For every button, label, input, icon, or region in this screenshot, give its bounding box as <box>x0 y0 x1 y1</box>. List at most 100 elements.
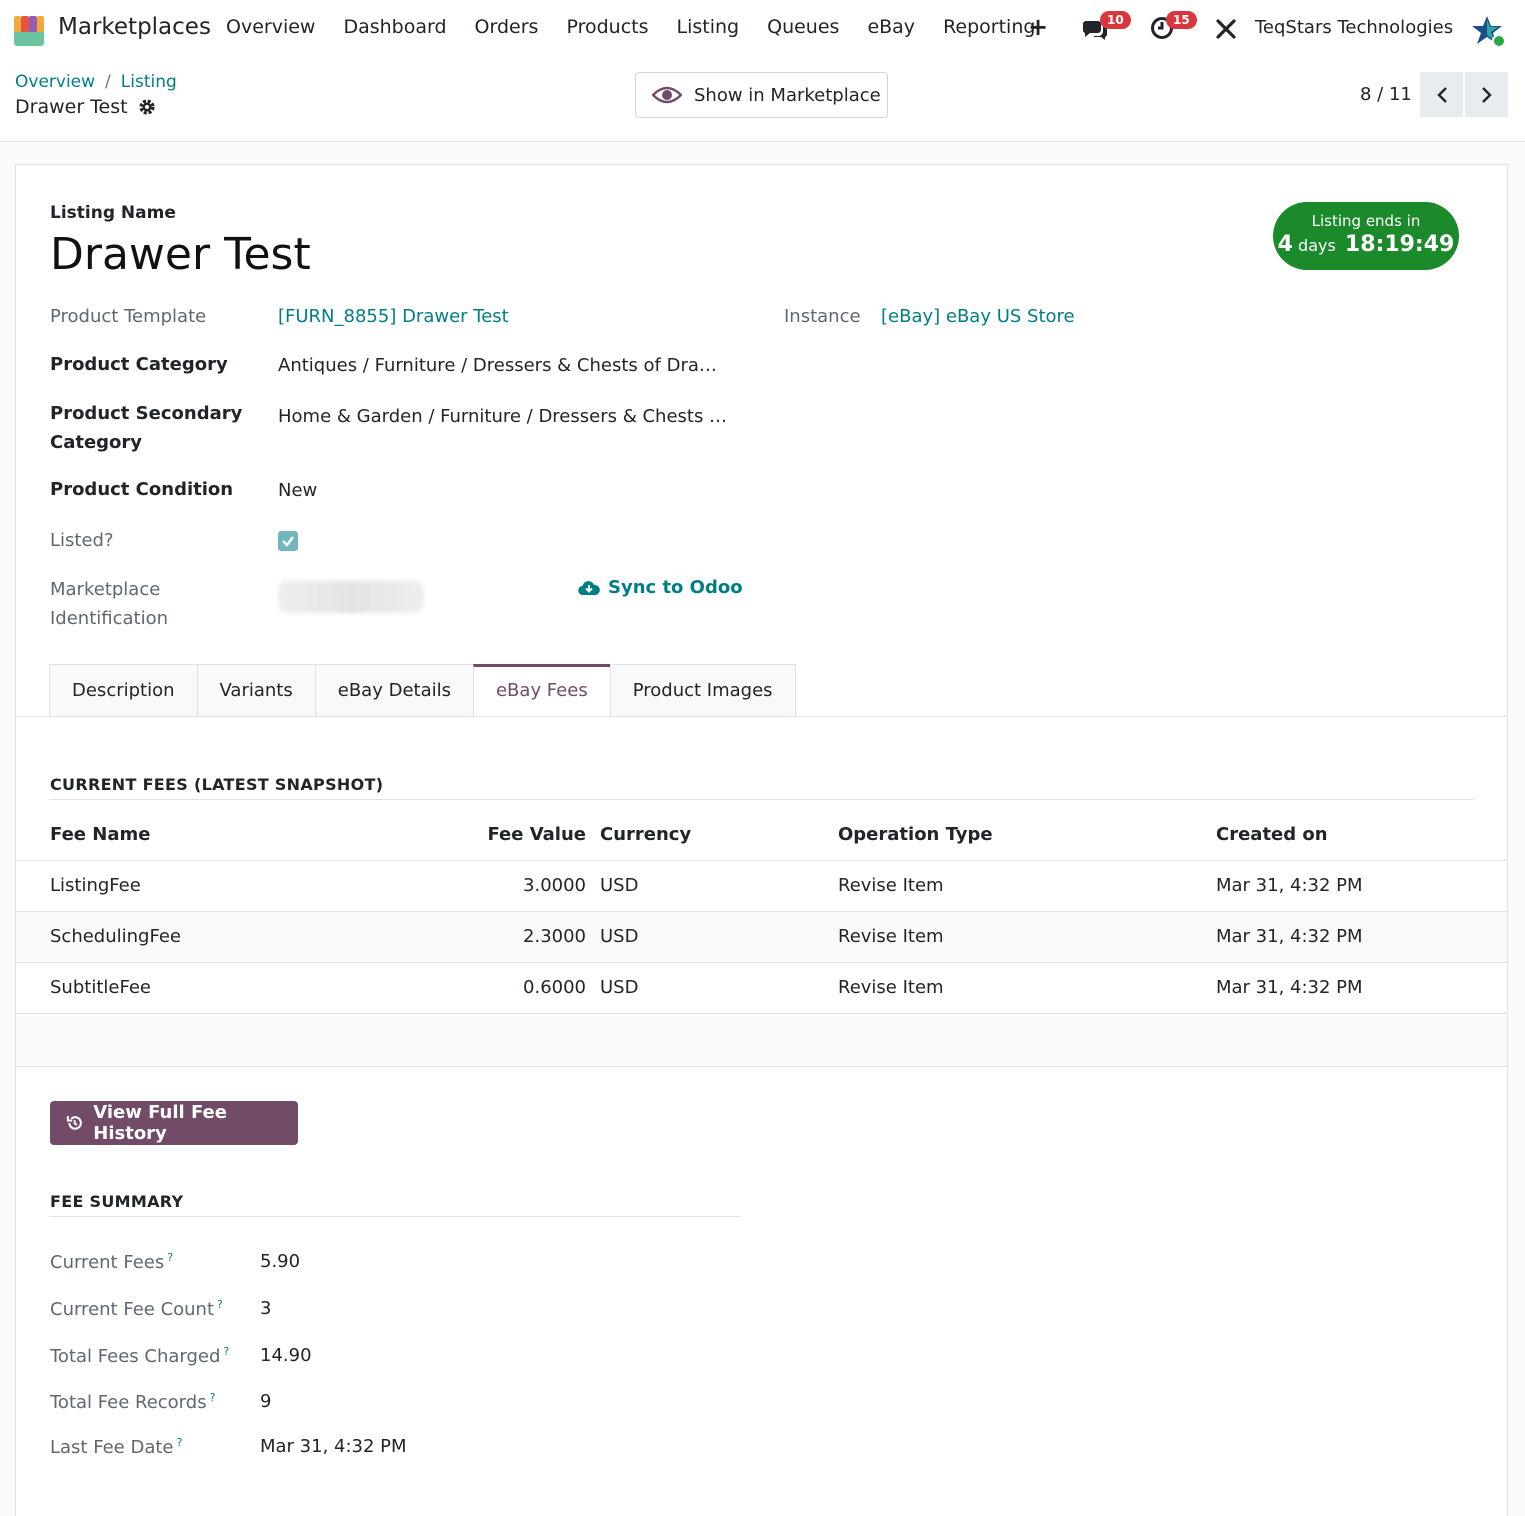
history-icon <box>66 1116 82 1130</box>
fee-name-cell: SchedulingFee <box>16 911 416 963</box>
breadcrumb-overview[interactable]: Overview <box>15 72 95 92</box>
menu-reporting[interactable]: Reporting <box>943 16 1035 38</box>
summary-label-text: Total Fees Charged <box>50 1346 221 1367</box>
condition-field[interactable]: New <box>278 476 317 505</box>
menu-queues[interactable]: Queues <box>767 16 839 38</box>
listing-name-field[interactable]: Drawer Test <box>50 229 311 280</box>
summary-value-current-fees: 5.90 <box>260 1251 301 1272</box>
cloud-download-icon <box>578 580 600 595</box>
fee-summary-divider <box>50 1216 740 1217</box>
messages-badge: 10 <box>1100 11 1131 29</box>
col-created-on[interactable]: Created on <box>1216 810 1507 861</box>
summary-label-text: Current Fee Count <box>50 1299 215 1320</box>
currency-cell: USD <box>586 911 838 963</box>
tab-ebay-details[interactable]: eBay Details <box>314 664 474 717</box>
col-currency[interactable]: Currency <box>586 810 838 861</box>
help-icon[interactable]: ? <box>176 1436 182 1449</box>
menu-ebay[interactable]: eBay <box>867 16 915 38</box>
current-fees-divider <box>50 799 1474 800</box>
product-template-label: Product Template <box>50 306 207 327</box>
sync-to-odoo-button[interactable]: Sync to Odoo <box>578 577 743 598</box>
help-icon[interactable]: ? <box>167 1251 173 1264</box>
col-operation-type[interactable]: Operation Type <box>838 810 1216 861</box>
tabs-divider <box>16 716 1507 717</box>
product-category-field[interactable]: Antiques / Furniture / Dressers & Chests… <box>278 351 717 380</box>
summary-label-text: Current Fees <box>50 1252 165 1273</box>
gear-icon[interactable] <box>138 98 156 116</box>
listing-ends-badge: Listing ends in 4 days 18:19:49 <box>1273 202 1459 270</box>
secondary-category-field[interactable]: Home & Garden / Furniture / Dressers & C… <box>278 402 727 431</box>
breadcrumb-listing[interactable]: Listing <box>121 72 177 92</box>
menu-overview[interactable]: Overview <box>226 16 315 38</box>
marketplace-id-label-line2: Identification <box>50 608 169 629</box>
table-row[interactable]: SchedulingFee 2.3000 USD Revise Item Mar… <box>16 911 1507 963</box>
fee-name-cell: SubtitleFee <box>16 962 416 1014</box>
eye-icon <box>652 85 682 105</box>
view-fee-history-label: View Full Fee History <box>93 1102 227 1144</box>
pager-next-button[interactable] <box>1465 72 1508 117</box>
listing-ends-countdown: 4 days 18:19:49 <box>1273 232 1459 257</box>
listing-name-label: Listing Name <box>50 203 176 223</box>
listed-checkbox[interactable] <box>278 531 298 551</box>
listing-ends-days-unit: days <box>1298 236 1336 255</box>
help-icon[interactable]: ? <box>217 1298 223 1311</box>
record-title-text: Drawer Test <box>15 96 128 118</box>
fee-value-cell: 2.3000 <box>416 911 586 963</box>
menu-dashboard[interactable]: Dashboard <box>343 16 446 38</box>
listing-ends-time: 18:19:49 <box>1344 232 1455 257</box>
created-on-cell: Mar 31, 4:32 PM <box>1216 911 1507 963</box>
tab-ebay-fees[interactable]: eBay Fees <box>472 664 611 717</box>
current-fees-table: Fee Name Fee Value Currency Operation Ty… <box>16 810 1507 1014</box>
help-icon[interactable]: ? <box>223 1345 229 1358</box>
operation-type-cell: Revise Item <box>838 911 1216 963</box>
product-template-link[interactable]: [FURN_8855] Drawer Test <box>278 302 509 331</box>
instance-link[interactable]: [eBay] eBay US Store <box>881 302 1075 331</box>
tools-icon[interactable] <box>1215 18 1237 40</box>
tab-variants[interactable]: Variants <box>196 664 316 717</box>
summary-label-text: Last Fee Date <box>50 1437 174 1458</box>
main-menu: Overview Dashboard Orders Products Listi… <box>226 16 1063 38</box>
sync-to-odoo-label: Sync to Odoo <box>608 577 743 598</box>
table-empty-row <box>16 1016 1507 1067</box>
summary-label-last-fee-date: Last Fee Date? <box>50 1436 182 1458</box>
help-icon[interactable]: ? <box>210 1391 216 1404</box>
plus-icon[interactable]: + <box>1028 13 1048 41</box>
secondary-category-label-line1: Product Secondary <box>50 403 243 424</box>
check-icon <box>282 536 294 547</box>
tab-description[interactable]: Description <box>49 664 198 717</box>
menu-listing[interactable]: Listing <box>677 16 740 38</box>
current-fees-title: CURRENT FEES (LATEST SNAPSHOT) <box>50 775 384 794</box>
col-fee-name[interactable]: Fee Name <box>16 810 416 861</box>
product-category-label: Product Category <box>50 354 228 375</box>
company-switcher[interactable]: TeqStars Technologies <box>1255 17 1453 38</box>
currency-cell: USD <box>586 962 838 1014</box>
summary-value-total-fee-records: 9 <box>260 1391 272 1412</box>
operation-type-cell: Revise Item <box>838 962 1216 1014</box>
marketplace-id-label-line1: Marketplace <box>50 579 161 600</box>
menu-products[interactable]: Products <box>566 16 648 38</box>
listing-ends-days: 4 <box>1277 232 1293 257</box>
instance-label: Instance <box>784 306 861 327</box>
listed-label: Listed? <box>50 530 114 551</box>
col-fee-value[interactable]: Fee Value <box>416 810 586 861</box>
menu-orders[interactable]: Orders <box>475 16 539 38</box>
summary-label-total-fee-records: Total Fee Records? <box>50 1391 215 1413</box>
pager-previous-button[interactable] <box>1420 72 1463 117</box>
app-name[interactable]: Marketplaces <box>58 14 211 40</box>
summary-label-current-fee-count: Current Fee Count? <box>50 1298 223 1320</box>
activities-badge: 15 <box>1166 11 1197 29</box>
marketplaces-app-icon[interactable] <box>12 12 46 48</box>
top-navbar: Marketplaces Overview Dashboard Orders P… <box>0 0 1525 58</box>
user-avatar[interactable] <box>1472 14 1506 48</box>
table-row[interactable]: ListingFee 3.0000 USD Revise Item Mar 31… <box>16 860 1507 912</box>
summary-label-current-fees: Current Fees? <box>50 1251 173 1273</box>
breadcrumb-separator: / <box>105 72 111 92</box>
show-in-marketplace-button[interactable]: Show in Marketplace <box>635 72 888 118</box>
pager-value[interactable]: 8 / 11 <box>1360 84 1412 105</box>
listing-ends-label: Listing ends in <box>1311 212 1421 230</box>
table-row[interactable]: SubtitleFee 0.6000 USD Revise Item Mar 3… <box>16 962 1507 1014</box>
view-fee-history-button[interactable]: View Full Fee History <box>50 1101 298 1145</box>
chevron-right-icon <box>1481 86 1492 103</box>
tab-product-images[interactable]: Product Images <box>609 664 796 717</box>
notebook-tabs: Description Variants eBay Details eBay F… <box>49 664 796 717</box>
